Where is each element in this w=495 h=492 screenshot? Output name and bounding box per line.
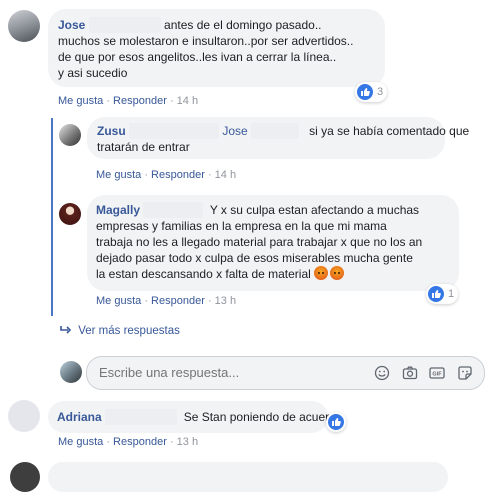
- reply-actions: Me gusta · Responder · 13 h: [96, 295, 237, 307]
- avatar-jose[interactable]: [8, 10, 40, 42]
- like-icon: [428, 286, 444, 302]
- sticker-icon[interactable]: [457, 365, 473, 381]
- reply-input[interactable]: [97, 364, 371, 381]
- more-replies-label: Ver más respuestas: [78, 325, 180, 337]
- comment-text: Se Stan poniendo de acuerdo: [183, 410, 343, 424]
- avatar-next-comment[interactable]: [10, 462, 40, 492]
- reply-text-line: Y x su culpa estan afectando a muchas: [209, 203, 420, 217]
- reply-link[interactable]: Responder: [151, 295, 205, 307]
- comment-timestamp[interactable]: 14 h: [177, 95, 198, 107]
- reaction-count: 3: [377, 86, 384, 98]
- redacted-name: xxxxxxxxxxxx: [105, 409, 178, 425]
- like-icon: [357, 84, 373, 100]
- reply-thread-line: [51, 118, 53, 316]
- avatar-zusu[interactable]: [59, 124, 81, 146]
- reply-text-line: tratarán de entrar: [97, 140, 190, 154]
- like-icon: [328, 414, 344, 430]
- reply-text-line: empresas y familias en la empresa en la …: [96, 219, 387, 233]
- reply-link[interactable]: Responder: [113, 95, 167, 107]
- comment-text-line: antes de el domingo pasado..: [164, 18, 322, 32]
- reply-bubble-magally: Magally xxxxxxxxxx Y x su culpa estan af…: [87, 195, 459, 291]
- reply-input-box[interactable]: GIF: [86, 356, 485, 390]
- comment-bubble-next: [48, 462, 448, 492]
- gif-icon[interactable]: GIF: [429, 365, 445, 381]
- comment-actions: Me gusta · Responder · 13 h: [58, 436, 199, 448]
- reaction-badge[interactable]: [326, 412, 346, 432]
- reply-text-line: la estan descansando x falta de material: [96, 267, 311, 281]
- more-replies-link[interactable]: Ver más respuestas: [60, 325, 180, 337]
- like-link[interactable]: Me gusta: [58, 95, 103, 107]
- reply-timestamp[interactable]: 14 h: [215, 169, 236, 181]
- comment-author[interactable]: Adriana: [57, 410, 102, 424]
- current-user-avatar[interactable]: [60, 361, 82, 383]
- comment-author[interactable]: Jose: [58, 18, 85, 32]
- emoji-icon[interactable]: [374, 365, 390, 381]
- redacted-name: xxxxxxxx: [251, 123, 300, 139]
- avatar-magally[interactable]: [59, 203, 81, 225]
- avatar-adriana[interactable]: [8, 400, 40, 432]
- like-link[interactable]: Me gusta: [96, 169, 141, 181]
- comment-actions: Me gusta · Responder · 14 h: [58, 95, 199, 107]
- comment-timestamp[interactable]: 13 h: [177, 436, 198, 448]
- reply-link[interactable]: Responder: [151, 169, 205, 181]
- redacted-name: xxxxxxxxxxxx: [88, 17, 161, 33]
- like-link[interactable]: Me gusta: [58, 436, 103, 448]
- reaction-count: 1: [448, 288, 455, 300]
- reply-author[interactable]: Zusu: [97, 124, 126, 138]
- svg-text:GIF: GIF: [432, 371, 442, 377]
- redacted-name: xxxxxxxxxxxxxxx: [129, 123, 220, 139]
- reply-text-line: si ya se había comentado que: [309, 124, 470, 138]
- reply-text-line: trabaja no les a llegado material para t…: [96, 235, 423, 249]
- like-link[interactable]: Me gusta: [96, 295, 141, 307]
- reply-timestamp[interactable]: 13 h: [215, 295, 236, 307]
- reply-arrow-icon: [60, 326, 72, 334]
- angry-emoji-icon: [314, 266, 329, 280]
- reaction-count-badge[interactable]: 3: [355, 82, 388, 102]
- reply-author[interactable]: Magally: [96, 203, 140, 217]
- angry-emoji-icon: [330, 266, 345, 280]
- redacted-name: xxxxxxxxxx: [143, 202, 204, 218]
- mention-link[interactable]: Jose: [222, 124, 247, 138]
- comment-bubble-jose: Jose xxxxxxxxxxxx antes de el domingo pa…: [48, 9, 385, 87]
- reply-actions: Me gusta · Responder · 14 h: [96, 169, 237, 181]
- comment-text-line: de que por esos angelitos..les ivan a ce…: [58, 50, 337, 64]
- reply-text-line: dejado pasar todo x culpa de esos misera…: [96, 251, 413, 265]
- reply-bubble-zusu: Zusu xxxxxxxxxxxxxxx Jose xxxxxxxx si ya…: [87, 117, 469, 159]
- comment-bubble-adriana: Adriana xxxxxxxxxxxx Se Stan poniendo de…: [48, 401, 343, 433]
- comment-text-line: muchos se molestaron e insultaron..por s…: [58, 34, 354, 48]
- comment-text-line: y asi sucedio: [58, 66, 128, 80]
- reply-link[interactable]: Responder: [113, 436, 167, 448]
- reaction-count-badge[interactable]: 1: [426, 284, 459, 304]
- camera-icon[interactable]: [402, 365, 418, 381]
